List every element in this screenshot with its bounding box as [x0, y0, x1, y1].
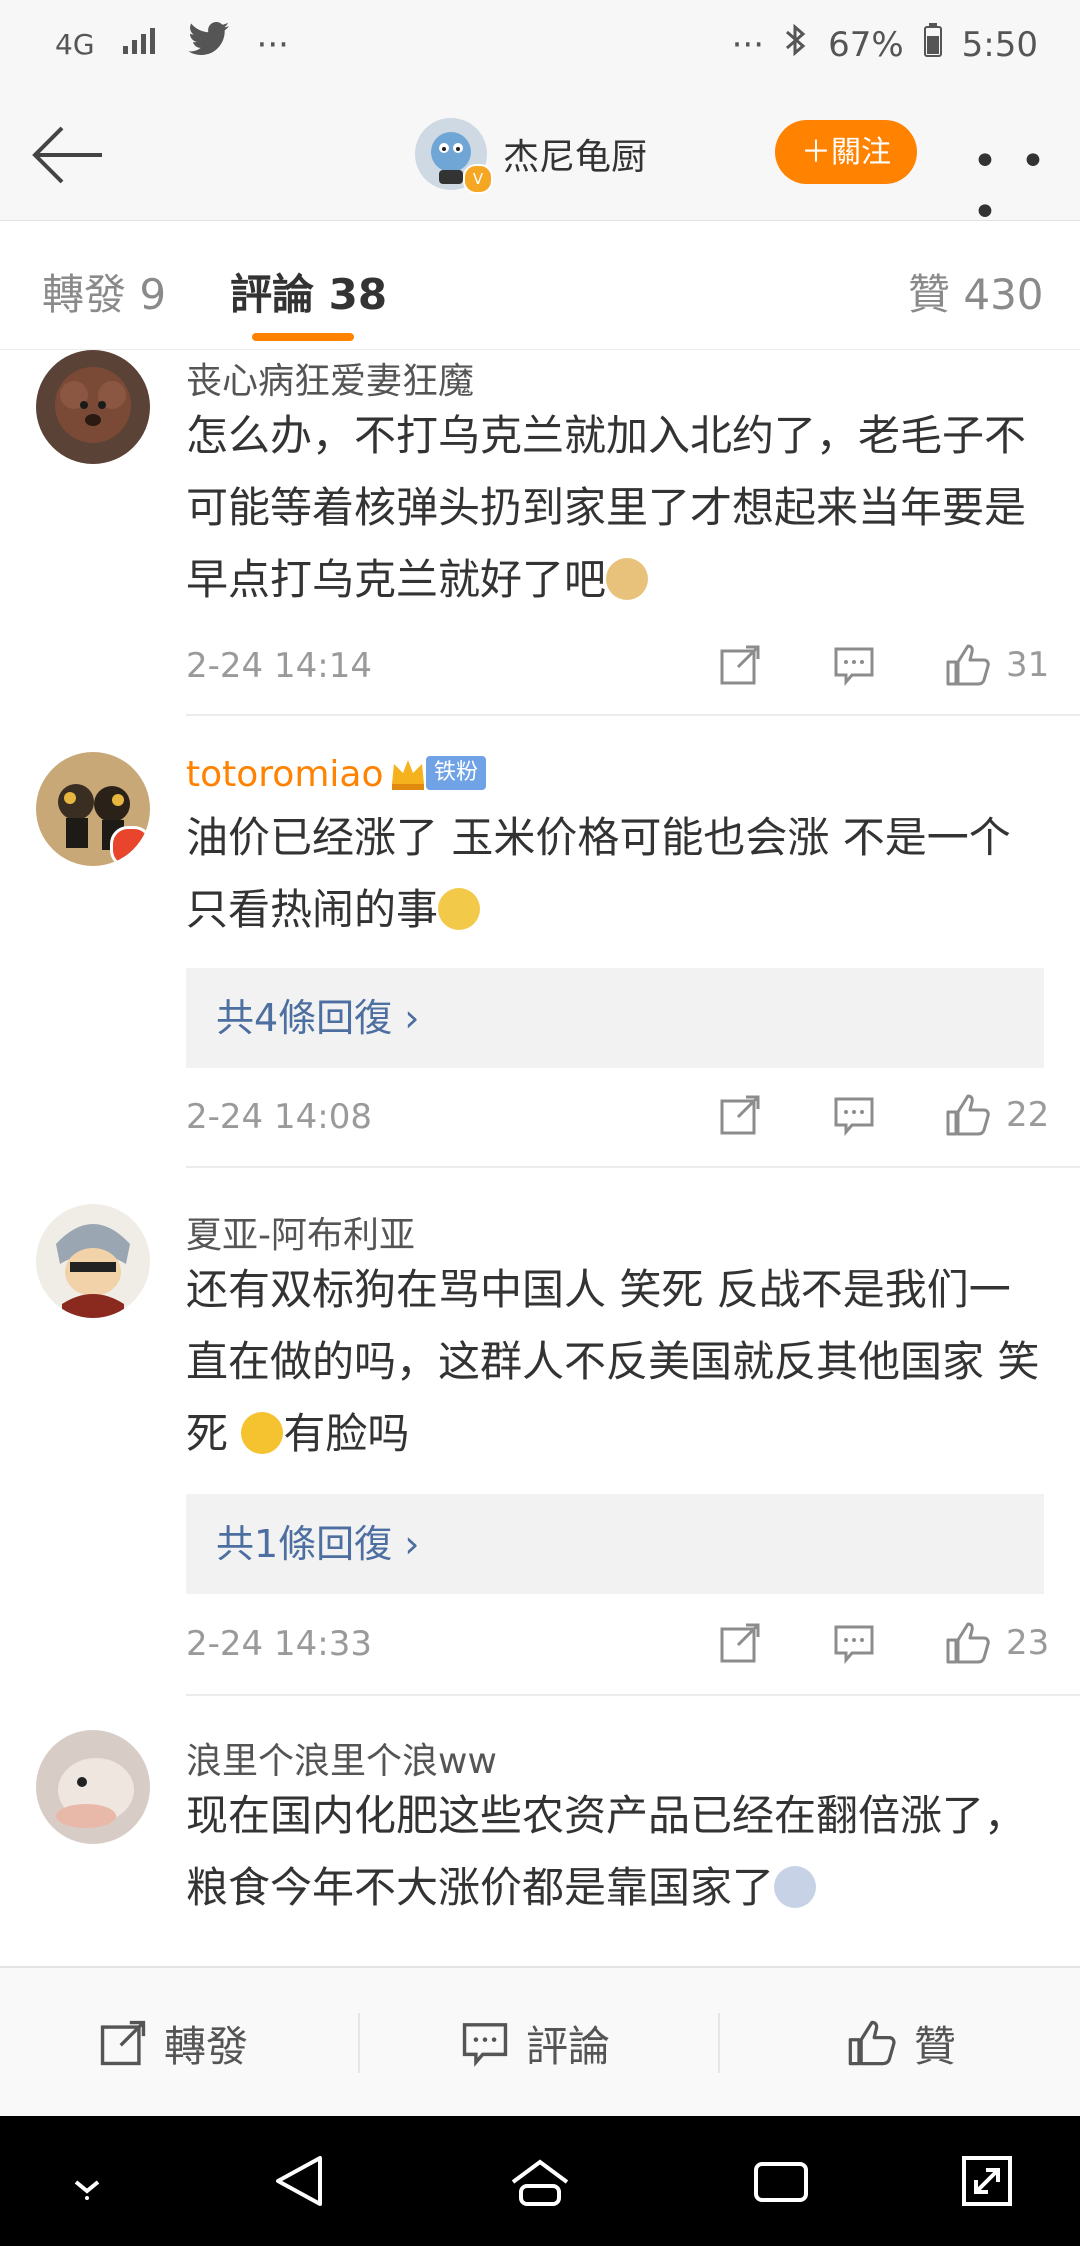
bottom-action-bar: 轉發 評論 贊 [0, 1966, 1080, 2118]
comment-username[interactable]: 丧心病狂爱妻狂魔 [186, 352, 474, 404]
nav-rotate-button[interactable] [952, 2146, 1022, 2216]
account-header[interactable]: V 杰尼龟厨 [415, 118, 648, 194]
comment-username[interactable]: 浪里个浪里个浪ww [186, 1732, 497, 1784]
nav-recents-button[interactable] [746, 2146, 816, 2216]
repost-button[interactable] [710, 1618, 770, 1668]
signal-icon [121, 25, 161, 65]
comment-icon [834, 1097, 874, 1137]
account-name: 杰尼龟厨 [503, 137, 648, 178]
nav-home-button[interactable] [505, 2146, 575, 2216]
reply-button[interactable] [824, 1090, 884, 1140]
grin-emoji-icon [241, 1412, 284, 1454]
back-arrow-icon [32, 126, 102, 184]
status-more: ··· [256, 24, 289, 65]
thumbs-up-icon [946, 644, 990, 686]
tab-repost[interactable]: 轉發 9 [42, 261, 166, 322]
comment-time: 2-24 14:33 [186, 1624, 372, 1664]
share-icon [100, 2020, 146, 2066]
recents-icon [754, 2162, 808, 2202]
divider [186, 1166, 1080, 1168]
repost-label: 轉發 [164, 2021, 249, 2071]
avatar[interactable] [36, 752, 150, 866]
divider [186, 1694, 1080, 1696]
navigation-bar: V 杰尼龟厨 ＋關注 • • • [0, 90, 1080, 238]
tab-likes[interactable]: 贊 430 [908, 261, 1044, 322]
comment-label: 評論 [526, 2021, 611, 2071]
like-count: 31 [1006, 645, 1050, 685]
view-replies-button[interactable]: 共1條回復 › [186, 1494, 1044, 1594]
tab-bar: 轉發 9 評論 38 贊 430 [0, 221, 1080, 350]
fan-badge: 铁粉 [426, 756, 487, 790]
like-action-button[interactable]: 贊 [846, 1968, 956, 2118]
bluetooth-icon [784, 22, 808, 67]
status-bar: 4G ··· ··· 67% 5:50 [0, 0, 1080, 90]
comment-text: 怎么办，不打乌克兰就加入北约了，老毛子不可能等着核弹头扔到家里了才想起来当年要是… [186, 411, 1027, 604]
share-icon [720, 1095, 760, 1135]
like-count: 23 [1006, 1623, 1050, 1663]
separator [358, 2013, 360, 2073]
comment-time: 2-24 14:08 [186, 1097, 372, 1137]
follow-button[interactable]: ＋關注 [775, 120, 917, 184]
vip-badge-icon [110, 826, 150, 866]
comment-action-button[interactable]: 評論 [460, 1968, 610, 2118]
network-indicator: 4G [55, 28, 95, 61]
repost-button[interactable] [710, 1090, 770, 1140]
battery-percent: 67% [828, 24, 904, 65]
more-options-button[interactable]: • • • [972, 136, 1052, 238]
like-label: 贊 [914, 2021, 957, 2071]
crown-icon [388, 754, 428, 794]
triangle-back-icon [276, 2156, 322, 2206]
hide-keyboard-button[interactable] [52, 2146, 122, 2216]
tab-comments[interactable]: 評論 38 [230, 261, 387, 322]
comment-text: 还有双标狗在骂中国人 笑死 反战不是我们一直在做的吗，这群人不反美国就反其他国家… [186, 1265, 1040, 1458]
thumbs-up-icon [848, 2020, 896, 2066]
pig-emoji-icon [774, 1866, 817, 1908]
comment-icon [834, 1625, 874, 1665]
share-icon [720, 645, 760, 685]
expand-icon [962, 2156, 1012, 2206]
like-count: 22 [1006, 1095, 1050, 1135]
view-replies-button[interactable]: 共4條回復 › [186, 968, 1044, 1068]
separator [718, 2013, 720, 2073]
nav-back-button[interactable] [264, 2146, 334, 2216]
home-icon [511, 2159, 569, 2206]
clock: 5:50 [961, 24, 1038, 65]
reply-button[interactable] [824, 1618, 884, 1668]
reply-button[interactable] [824, 640, 884, 690]
repost-button[interactable] [710, 640, 770, 690]
active-tab-indicator [252, 333, 354, 341]
laugh-cry-emoji-icon [438, 888, 481, 930]
battery-icon [923, 23, 942, 66]
share-icon [720, 1623, 760, 1663]
avatar[interactable] [36, 1730, 150, 1844]
doge-emoji-icon [606, 558, 649, 600]
divider [186, 714, 1080, 716]
back-button[interactable] [28, 120, 108, 190]
like-button[interactable] [938, 1090, 998, 1140]
comment-icon [462, 2023, 508, 2067]
like-button[interactable] [938, 1618, 998, 1668]
avatar[interactable] [36, 1204, 150, 1318]
comment-text: 油价已经涨了 玉米价格可能也会涨 不是一个只看热闹的事 [186, 813, 1011, 934]
comment-username[interactable]: 夏亚-阿布利亚 [186, 1206, 415, 1258]
chevron-down-icon [74, 2180, 100, 2200]
thumbs-up-icon [946, 1622, 990, 1664]
system-navigation-bar [0, 2116, 1080, 2246]
avatar[interactable] [36, 350, 150, 464]
twitter-icon [187, 22, 231, 67]
comment-time: 2-24 14:14 [186, 646, 372, 686]
status-more-right: ··· [731, 24, 765, 65]
comment-text: 现在国内化肥这些农资产品已经在翻倍涨了，粮食今年不大涨价都是靠国家了 [186, 1791, 1027, 1912]
comment-icon [834, 647, 874, 687]
comment-username[interactable]: totoromiao [186, 754, 383, 795]
like-button[interactable] [938, 640, 998, 690]
account-avatar[interactable]: V [415, 118, 493, 194]
verified-badge-icon: V [463, 164, 493, 194]
thumbs-up-icon [946, 1094, 990, 1136]
repost-action-button[interactable]: 轉發 [98, 1968, 248, 2118]
